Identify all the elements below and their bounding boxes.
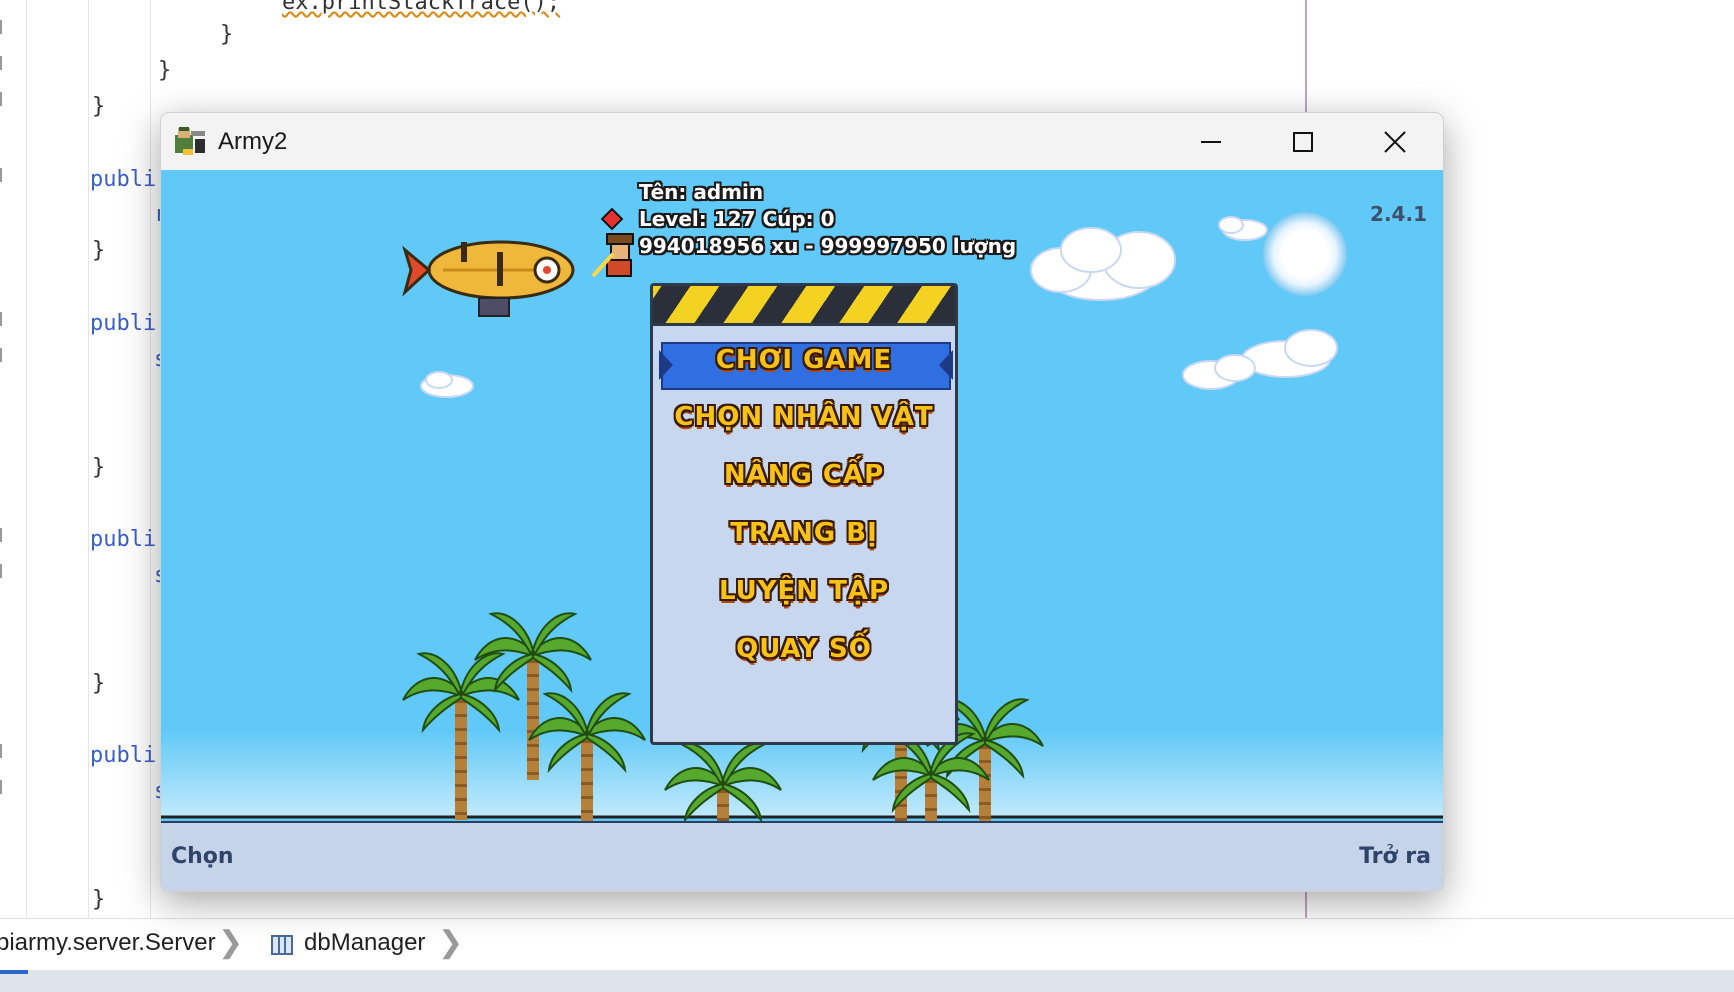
gutter-marker [0,744,2,758]
code-line: publi [90,527,157,552]
player-avatar [591,207,634,278]
chevron-right-icon: ❯ [218,926,244,959]
window-title: Army2 [218,128,288,155]
minimize-button[interactable] [1165,113,1257,170]
gutter-marker [0,20,2,34]
player-name: Tên: admin [639,180,764,204]
menu-item-choose-character[interactable]: CHỌN NHÂN VẬT [653,402,955,432]
softkey-back[interactable]: Trở ra [1359,844,1431,869]
sun [1263,212,1347,296]
gutter-marker [0,780,2,794]
breadcrumb: piarmy.server.Server ❯ dbManager ❯ [0,918,1734,971]
indent-guide [150,0,151,918]
cloud [420,371,474,398]
code-line: publi [90,311,157,336]
player-currency: 994018956 xu - 999997950 lượng [639,234,1017,258]
cloud [1030,227,1176,301]
softkey-select[interactable]: Chọn [171,844,234,869]
code-line: } [92,671,106,696]
menu-item-upgrade[interactable]: NÂNG CẤP [653,460,955,490]
code-line: } [92,887,106,912]
code-line: } [92,94,106,119]
cloud [1218,216,1268,241]
main-menu: CHƠI GAME CHỌN NHÂN VẬT NÂNG CẤP TRANG B… [650,283,958,745]
menu-item-equipment[interactable]: TRANG BỊ [653,518,955,548]
code-line: publi [90,167,157,192]
gutter-marker [0,168,2,182]
version-label: 2.4.1 [1370,202,1427,226]
maximize-button[interactable] [1257,113,1349,170]
status-bar [0,970,1734,992]
gutter-marker [0,348,2,362]
army2-window[interactable]: Army2 Tên: admin Level: 127 Cúp: 0 99401… [160,112,1444,892]
breadcrumb-item-server[interactable]: piarmy.server.Server [0,929,216,957]
code-line: publi [90,743,157,768]
maximize-icon [1293,131,1313,152]
indent-guide [88,0,89,918]
code-line: } [220,22,234,47]
cloud [1182,329,1338,390]
code-line: ex.printStackTrace(); [282,0,560,16]
gutter-marker [0,564,2,578]
gutter-marker [0,312,2,326]
status-accent [0,970,28,974]
minimize-icon [1201,140,1221,143]
airship [402,240,575,317]
gutter-marker [0,92,2,106]
menu-item-lucky-spin[interactable]: QUAY SỐ [653,634,955,664]
game-canvas[interactable]: Tên: admin Level: 127 Cúp: 0 994018956 x… [161,170,1443,821]
code-line: } [92,238,106,263]
chevron-right-icon: ❯ [438,926,464,959]
menu-item-play-game[interactable]: CHƠI GAME [653,345,955,375]
menu-item-training[interactable]: LUYỆN TẬP [653,576,955,606]
field-icon [271,935,293,955]
gutter-marker [0,528,2,542]
softkey-bar: Chọn Trở ra [161,821,1443,891]
close-button[interactable] [1349,113,1441,170]
code-line: } [92,455,106,480]
player-level-cup: Level: 127 Cúp: 0 [639,207,835,231]
breadcrumb-item-dbmanager[interactable]: dbManager [304,929,425,957]
close-icon [1384,130,1406,153]
code-line: } [158,58,172,83]
army2-app-icon [175,127,205,155]
menu-hazard-stripes [653,286,955,326]
code-text: ex.printStackTrace(); [282,0,561,15]
gutter-marker [0,56,2,70]
fold-guide [26,0,27,918]
title-bar[interactable]: Army2 [161,113,1443,170]
